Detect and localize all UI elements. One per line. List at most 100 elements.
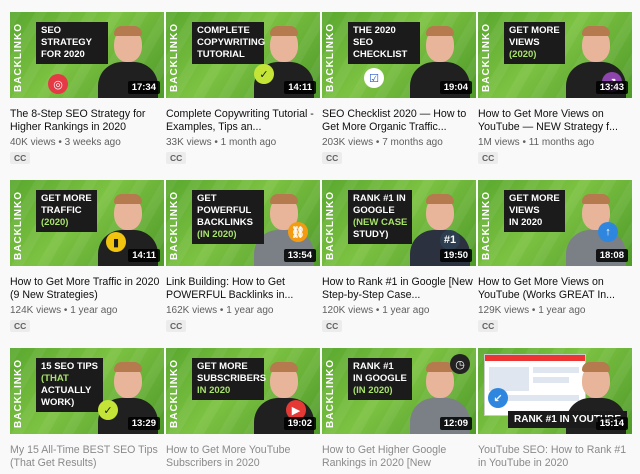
video-thumbnail[interactable]: BACKLINKO 15 SEO TIPS (THAT ACTUALLY WORK) ✓ 1… xyxy=(10,348,164,434)
video-thumbnail[interactable]: BACKLINKO THE 2020 SEO CHECKLIST ☑ 19:04 xyxy=(322,12,476,98)
video-card[interactable]: BACKLINKO GET MORE TRAFFIC (2020) ▮ 14:11 How … xyxy=(10,180,164,334)
video-card[interactable]: RANK #1 IN YOUTUBE ↙ 15:14 YouTube SEO: How… xyxy=(478,348,632,470)
video-meta: 129K views • 1 year ago xyxy=(478,305,586,316)
thumbnail-headline-line: GET MORE xyxy=(509,25,560,36)
thumbnail-headline-line: GET MORE xyxy=(197,361,248,372)
video-title[interactable]: How to Get More Traffic in 2020 (9 New S… xyxy=(10,276,164,302)
duration-badge: 17:34 xyxy=(127,81,160,94)
thumbnail-headline-line: GOOGLE xyxy=(353,205,395,216)
brand-watermark: BACKLINKO xyxy=(169,359,180,428)
brand-watermark: BACKLINKO xyxy=(13,23,24,92)
video-title[interactable]: The 8-Step SEO Strategy for Higher Ranki… xyxy=(10,108,164,134)
video-thumbnail[interactable]: BACKLINKO GET MORE SUBSCRIBERS IN 2020 ▶ 19:0… xyxy=(166,348,320,434)
video-title[interactable]: YouTube SEO: How to Rank #1 in YouTube i… xyxy=(478,444,632,470)
bar-chart-icon: ▮ xyxy=(106,232,126,252)
target-icon: ◎ xyxy=(48,74,68,94)
video-card[interactable]: BACKLINKO RANK #1 IN GOOGLE (IN 2020) ◷ 12:09… xyxy=(322,348,476,470)
video-thumbnail[interactable]: BACKLINKO GET POWERFUL BACKLINKS (IN 2020) ⛓… xyxy=(166,180,320,266)
video-meta: 162K views • 1 year ago xyxy=(166,305,274,316)
video-title[interactable]: How to Get More Views on YouTube — NEW S… xyxy=(478,108,632,134)
thumbnail-headline-line: (NEW CASE xyxy=(353,217,408,228)
video-card[interactable]: BACKLINKO GET MORE SUBSCRIBERS IN 2020 ▶ 19:0… xyxy=(166,348,320,470)
video-meta: 120K views • 1 year ago xyxy=(322,305,430,316)
video-card[interactable]: BACKLINKO SEO STRATEGY FOR 2020 ◎ 17:34 The 8… xyxy=(10,12,164,166)
closed-captions-badge: CC xyxy=(166,152,187,164)
duration-badge: 19:02 xyxy=(283,417,316,430)
video-thumbnail[interactable]: BACKLINKO GET MORE VIEWS IN 2020 ↑ 18:08 xyxy=(478,180,632,266)
closed-captions-badge: CC xyxy=(322,320,343,332)
check-icon: ✓ xyxy=(98,400,118,420)
clock-icon: ◷ xyxy=(450,354,470,374)
thumbnail-headline: GET MORE VIEWS (2020) xyxy=(504,22,565,64)
brand-watermark: BACKLINKO xyxy=(325,191,336,260)
video-meta: 1M views • 11 months ago xyxy=(478,137,595,148)
thumbnail-headline-line: (IN 2020) xyxy=(197,229,237,240)
thumbnail-headline: THE 2020 SEO CHECKLIST xyxy=(348,22,420,64)
closed-captions-badge: CC xyxy=(322,152,343,164)
thumbnail-headline-line: COPYWRITING xyxy=(197,37,266,48)
thumbnail-headline-line: ACTUALLY xyxy=(41,385,92,396)
video-thumbnail[interactable]: RANK #1 IN YOUTUBE ↙ 15:14 xyxy=(478,348,632,434)
video-meta: 203K views • 7 months ago xyxy=(322,137,443,148)
brand-watermark: BACKLINKO xyxy=(481,191,492,260)
closed-captions-badge: CC xyxy=(478,320,499,332)
video-thumbnail[interactable]: BACKLINKO RANK #1 IN GOOGLE (IN 2020) ◷ 12:09 xyxy=(322,348,476,434)
video-card[interactable]: BACKLINKOGET MOREVIEWS(2020)↗13:43How to… xyxy=(478,12,632,166)
thumbnail-headline-line: RANK #1 xyxy=(353,361,394,372)
thumbnail-headline: RANK #1 IN GOOGLE (NEW CASE STUDY) xyxy=(348,190,413,244)
duration-badge: 14:11 xyxy=(284,81,316,94)
thumbnail-headline-line: GET MORE xyxy=(509,193,560,204)
duration-badge: 13:29 xyxy=(127,417,160,430)
thumbnail-headline-line: TRAFFIC xyxy=(41,205,82,216)
video-thumbnail[interactable]: BACKLINKO SEO STRATEGY FOR 2020 ◎ 17:34 xyxy=(10,12,164,98)
closed-captions-badge: CC xyxy=(10,152,31,164)
video-title[interactable]: My 15 All-Time BEST SEO Tips (That Get R… xyxy=(10,444,164,470)
video-card[interactable]: BACKLINKO 15 SEO TIPS (THAT ACTUALLY WORK) ✓ 1… xyxy=(10,348,164,470)
thumbnail-headline-line: (2020) xyxy=(509,49,537,60)
thumbnail-headline-line: GET MORE xyxy=(41,193,92,204)
video-title[interactable]: SEO Checklist 2020 — How to Get More Org… xyxy=(322,108,476,134)
thumbnail-headline-line: SUBSCRIBERS xyxy=(197,373,267,384)
video-thumbnail[interactable]: BACKLINKOGET MOREVIEWS(2020)↗13:43 xyxy=(478,12,632,98)
thumbnail-headline: 15 SEO TIPS (THAT ACTUALLY WORK) xyxy=(36,358,104,412)
video-meta: 40K views • 3 weeks ago xyxy=(10,137,121,148)
brand-watermark: BACKLINKO xyxy=(325,359,336,428)
closed-captions-badge: CC xyxy=(166,320,187,332)
video-title[interactable]: Complete Copywriting Tutorial - Examples… xyxy=(166,108,320,134)
video-title[interactable]: How to Get Higher Google Rankings in 202… xyxy=(322,444,476,470)
brand-watermark: BACKLINKO xyxy=(481,23,492,92)
video-thumbnail[interactable]: BACKLINKO RANK #1 IN GOOGLE (NEW CASE STUDY)… xyxy=(322,180,476,266)
thumbnail-headline-line: BACKLINKS xyxy=(197,217,253,228)
thumbnail-headline-line: STUDY) xyxy=(353,229,389,240)
video-card[interactable]: BACKLINKO THE 2020 SEO CHECKLIST ☑ 19:04 SEO … xyxy=(322,12,476,166)
duration-badge: 14:11 xyxy=(128,249,160,262)
video-card[interactable]: BACKLINKO GET POWERFUL BACKLINKS (IN 2020) ⛓… xyxy=(166,180,320,334)
thumbnail-headline-line: TUTORIAL xyxy=(197,49,245,60)
thumbnail-headline-line: IN 2020 xyxy=(509,217,543,228)
duration-badge: 18:08 xyxy=(595,249,628,262)
video-thumbnail[interactable]: BACKLINKO COMPLETE COPYWRITING TUTORIAL ✓ 14:… xyxy=(166,12,320,98)
brand-watermark: BACKLINKO xyxy=(169,191,180,260)
brand-watermark: BACKLINKO xyxy=(13,191,24,260)
video-title[interactable]: How to Get More YouTube Subscribers in 2… xyxy=(166,444,320,470)
thumbnail-headline-line: CHECKLIST xyxy=(353,49,408,60)
thumbnail-headline: GET MORE TRAFFIC (2020) xyxy=(36,190,97,232)
thumbnail-headline-line: 15 SEO TIPS xyxy=(41,361,99,372)
video-card[interactable]: BACKLINKO GET MORE VIEWS IN 2020 ↑ 18:08 How t… xyxy=(478,180,632,334)
video-meta: 124K views • 1 year ago xyxy=(10,305,118,316)
thumbnail-headline-line: GET POWERFUL xyxy=(197,193,252,216)
closed-captions-badge: CC xyxy=(10,320,31,332)
thumbnail-headline-line: (THAT xyxy=(41,373,69,384)
number-one-icon: #1 xyxy=(440,230,460,250)
video-card[interactable]: BACKLINKO COMPLETE COPYWRITING TUTORIAL ✓ 14:… xyxy=(166,12,320,166)
video-card[interactable]: BACKLINKO RANK #1 IN GOOGLE (NEW CASE STUDY)… xyxy=(322,180,476,334)
thumbnail-headline-line: IN GOOGLE xyxy=(353,373,407,384)
video-title[interactable]: How to Rank #1 in Google [New Step-by-St… xyxy=(322,276,476,302)
arrow-up-icon: ↑ xyxy=(598,222,618,242)
thumbnail-headline-line: IN 2020 xyxy=(197,385,231,396)
video-title[interactable]: How to Get More Views on YouTube (Works … xyxy=(478,276,632,302)
thumbnail-headline-line: THE 2020 SEO xyxy=(353,25,396,48)
video-title[interactable]: Link Building: How to Get POWERFUL Backl… xyxy=(166,276,320,302)
thumbnail-headline-line: (IN 2020) xyxy=(353,385,393,396)
video-thumbnail[interactable]: BACKLINKO GET MORE TRAFFIC (2020) ▮ 14:11 xyxy=(10,180,164,266)
